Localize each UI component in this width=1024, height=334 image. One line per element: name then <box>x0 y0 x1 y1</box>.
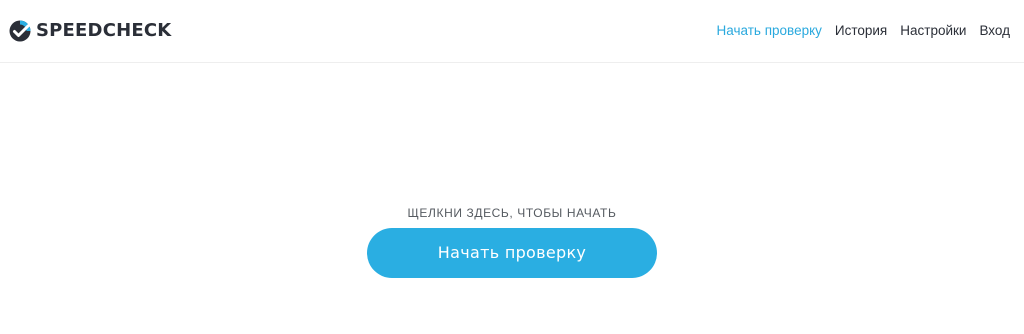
start-test-button[interactable]: Начать проверку <box>367 228 657 278</box>
nav-settings[interactable]: Настройки <box>900 22 966 40</box>
nav-history[interactable]: История <box>835 22 887 40</box>
speedcheck-logo[interactable]: SPEEDCHECK <box>8 19 171 43</box>
main-nav: Начать проверку История Настройки Вход <box>717 22 1010 40</box>
logo-text: SPEEDCHECK <box>36 20 172 41</box>
nav-login[interactable]: Вход <box>979 22 1010 40</box>
nav-start-test[interactable]: Начать проверку <box>717 22 822 40</box>
speedcheck-logo-icon <box>9 20 31 42</box>
top-header: SPEEDCHECK Начать проверку История Настр… <box>0 0 1024 63</box>
start-area: ЩЕЛКНИ ЗДЕСЬ, ЧТОБЫ НАЧАТЬ Начать провер… <box>0 205 1024 278</box>
start-hint: ЩЕЛКНИ ЗДЕСЬ, ЧТОБЫ НАЧАТЬ <box>407 206 617 220</box>
